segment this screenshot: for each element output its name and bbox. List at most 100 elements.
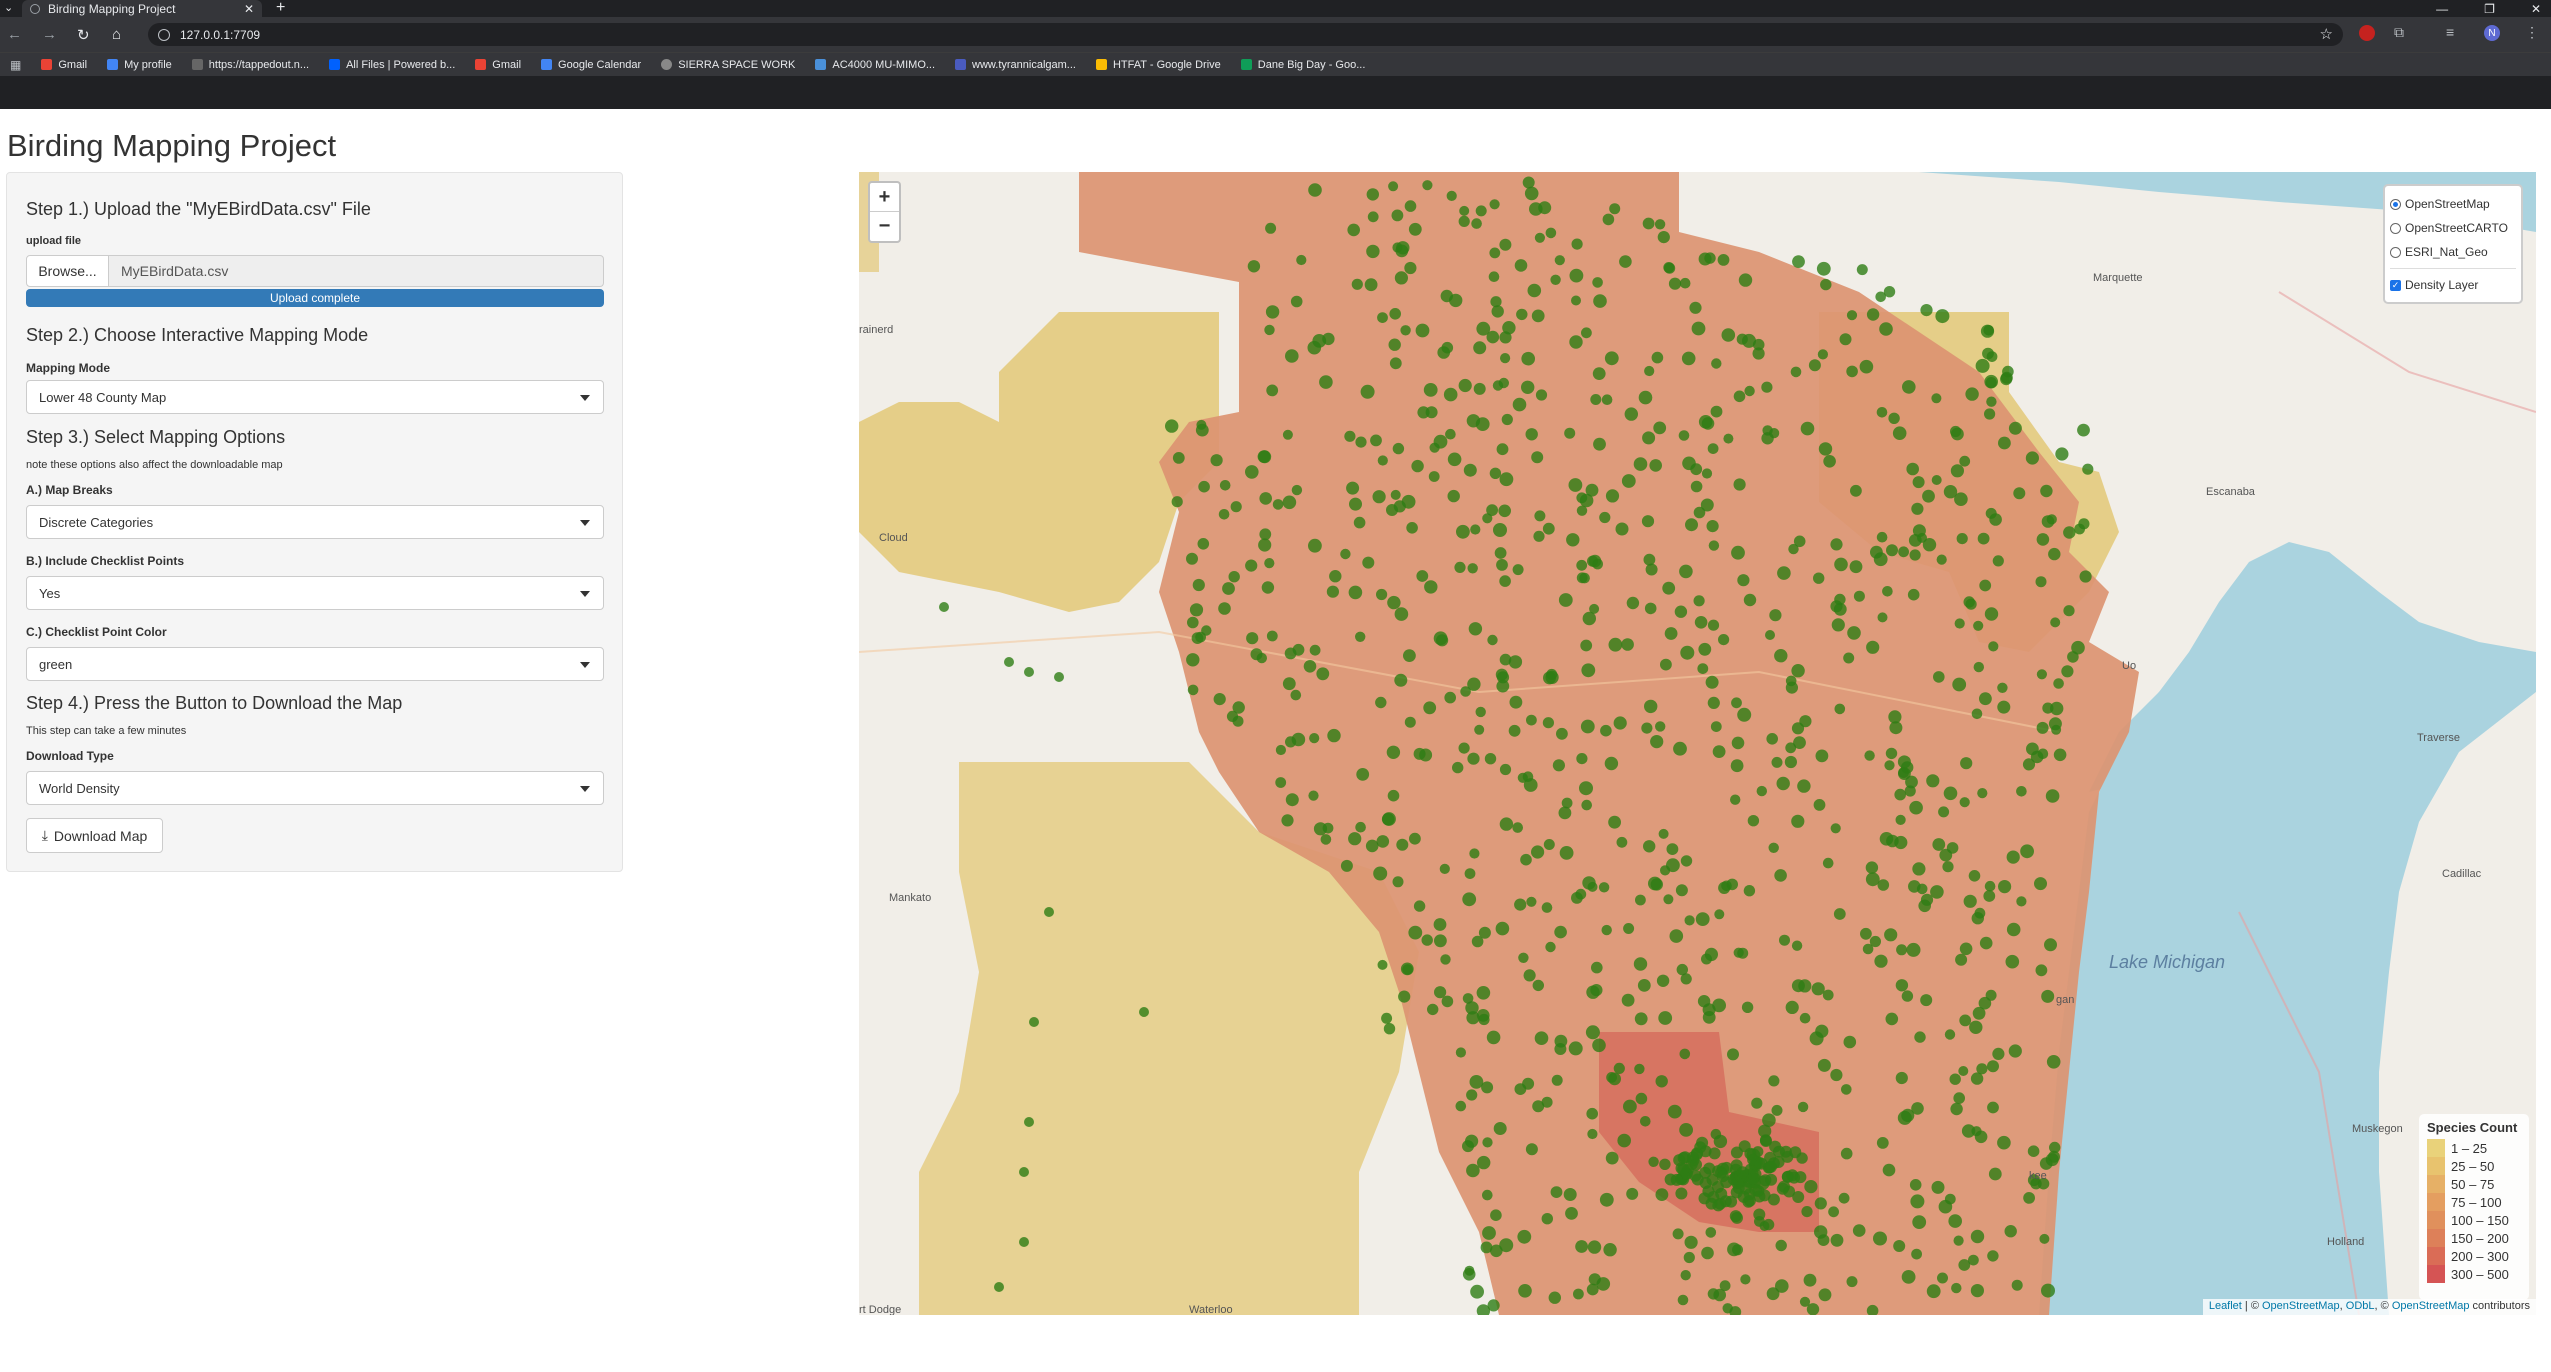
checklist-point[interactable] [1486,504,1498,516]
checklist-point[interactable] [1942,861,1954,873]
checklist-point[interactable] [1643,553,1656,566]
checklist-point[interactable] [1733,947,1744,958]
checklist-point[interactable] [1383,1023,1396,1035]
checklist-point[interactable] [1592,1038,1606,1053]
checklist-point[interactable] [1911,1248,1922,1260]
checklist-point[interactable] [1988,1167,2002,1181]
checklist-point[interactable] [1377,455,1388,466]
checklist-point[interactable] [1603,1243,1617,1257]
checklist-point[interactable] [1281,814,1294,827]
checklist-point[interactable] [1959,942,1973,956]
checklist-point[interactable] [1804,1180,1818,1194]
checklist-point[interactable] [1905,775,1918,789]
checklist-point[interactable] [2020,844,2034,859]
checklist-point[interactable] [1347,223,1360,237]
checklist-point[interactable] [1512,564,1524,576]
checklist-point[interactable] [1884,928,1898,942]
checklist-point[interactable] [1876,407,1888,418]
checklist-point[interactable] [1885,747,1898,760]
checklist-point[interactable] [1894,788,1906,801]
checklist-point[interactable] [1637,979,1651,992]
checklist-point[interactable] [1723,433,1734,444]
checklist-point[interactable] [1790,366,1802,378]
checklist-point[interactable] [1499,575,1511,587]
checklist-point[interactable] [1291,732,1306,747]
checklist-point[interactable] [1949,1073,1961,1085]
checklist-point[interactable] [1282,495,1297,510]
checklist-point[interactable] [1489,247,1501,259]
checklist-point[interactable] [1634,1012,1648,1026]
checklist-point[interactable] [1634,1063,1645,1075]
checklist-point[interactable] [1862,943,1874,955]
checklist-point[interactable] [1441,341,1454,354]
checklist-point[interactable] [1409,832,1421,845]
checklist-point[interactable] [1585,1025,1600,1040]
checklist-point[interactable] [1815,1024,1829,1038]
checklist-point[interactable] [1682,456,1696,471]
checklist-point[interactable] [1329,570,1342,583]
checklist-point[interactable] [1496,559,1508,571]
checklist-point[interactable] [1756,785,1767,797]
checklist-point[interactable] [1604,351,1619,366]
checklist-point[interactable] [1508,655,1523,669]
checklist-point[interactable] [1666,843,1679,855]
checklist-point[interactable] [1777,566,1791,580]
checklist-point[interactable] [1680,1270,1691,1281]
checklist-point[interactable] [2034,877,2047,891]
checklist-point[interactable] [1843,1035,1857,1049]
checklist-point[interactable] [1415,323,1430,338]
checklist-point[interactable] [1707,443,1719,454]
checklist-point[interactable] [1998,436,2011,450]
checklist-point[interactable] [2042,702,2054,714]
checklist-point[interactable] [1698,1192,1711,1205]
checklist-point[interactable] [2016,896,2027,907]
checklist-point[interactable] [1968,870,1981,882]
checklist-point[interactable] [1669,929,1684,943]
checklist-point[interactable] [1585,483,1599,497]
checklist-point[interactable] [1710,721,1722,732]
checklist-point[interactable] [1565,1207,1578,1220]
checklist-point[interactable] [1638,390,1653,405]
checklist-point[interactable] [1465,1134,1479,1148]
checklist-point[interactable] [1490,1209,1502,1221]
checklist-point[interactable] [1571,295,1581,306]
checklist-point[interactable] [1633,457,1648,471]
checklist-point[interactable] [1296,254,1307,266]
checklist-point[interactable] [1986,351,1998,362]
checklist-point[interactable] [1983,325,1994,336]
checklist-point[interactable] [1474,724,1485,735]
checklist-point[interactable] [1259,492,1272,505]
checklist-point[interactable] [1004,657,1014,667]
checklist-point[interactable] [1520,853,1532,866]
checklist-point[interactable] [1579,572,1590,584]
checklist-point[interactable] [1695,912,1710,926]
checklist-point[interactable] [1608,637,1623,652]
checklist-point[interactable] [1675,884,1688,897]
checklist-point[interactable] [1920,994,1933,1007]
checklist-point[interactable] [1467,563,1478,574]
checklist-point[interactable] [1793,535,1806,548]
checklist-point[interactable] [1997,682,2008,693]
checklist-point[interactable] [1533,530,1545,542]
checklist-point[interactable] [1587,1240,1602,1254]
checklist-point[interactable] [1702,1011,1716,1024]
checklist-point[interactable] [1464,868,1476,879]
checklist-point[interactable] [1601,394,1613,405]
checklist-point[interactable] [1711,1181,1724,1193]
checklist-point[interactable] [1896,944,1908,956]
checklist-point[interactable] [1708,1147,1721,1160]
checklist-point[interactable] [1550,1186,1563,1198]
checklist-point[interactable] [1974,907,1986,919]
checklist-point[interactable] [1587,1128,1598,1140]
checklist-point[interactable] [1746,1172,1759,1185]
checklist-point[interactable] [1487,634,1498,646]
checklist-point[interactable] [1711,358,1722,369]
checklist-point[interactable] [1266,630,1278,642]
checklist-point[interactable] [1856,264,1868,276]
checklist-point[interactable] [1495,921,1510,936]
checklist-point[interactable] [1971,708,1983,720]
forward-arrow-icon[interactable]: → [42,26,57,43]
checklist-point[interactable] [1877,612,1888,623]
checklist-point[interactable] [1707,619,1720,631]
checklist-point[interactable] [1165,419,1179,433]
